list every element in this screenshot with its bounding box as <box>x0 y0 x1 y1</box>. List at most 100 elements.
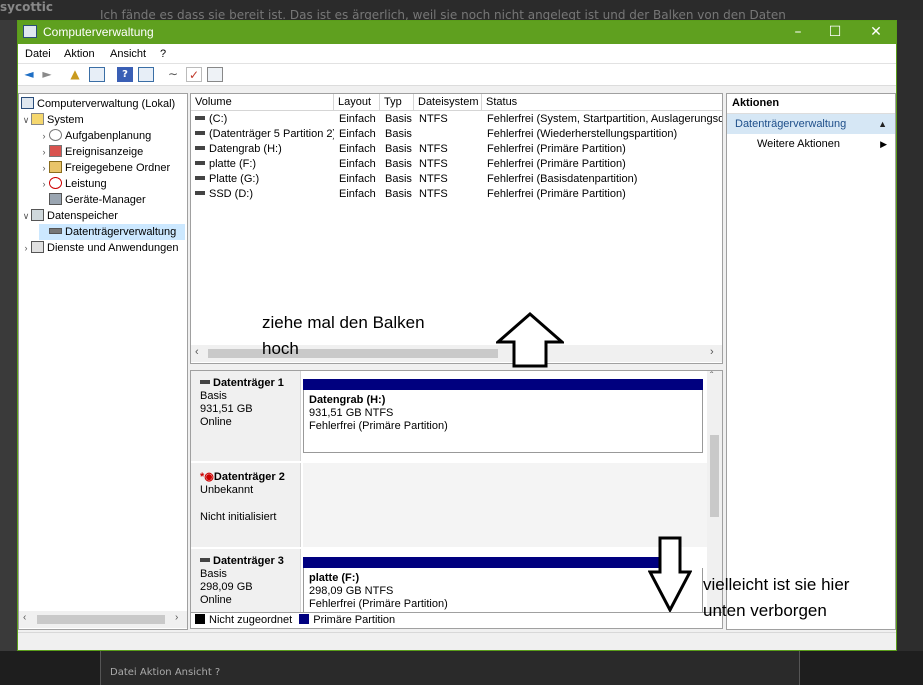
scroll-right-icon[interactable]: › <box>710 346 714 358</box>
disk-size: 931,51 GB <box>200 403 253 415</box>
expand-icon[interactable]: › <box>39 160 49 176</box>
tree-item-task-scheduler[interactable]: › Aufgabenplanung <box>39 128 151 144</box>
actions-pane: Aktionen Datenträgerverwaltung ▲ Weitere… <box>726 93 896 630</box>
actions-section-label: Datenträgerverwaltung <box>735 118 847 130</box>
column-header-status[interactable]: Status <box>482 94 722 111</box>
menu-aktion[interactable]: Aktion <box>64 48 95 60</box>
scrollbar-thumb[interactable] <box>710 435 719 517</box>
drive-icon <box>195 146 205 150</box>
console-icon[interactable] <box>207 67 223 82</box>
up-folder-icon[interactable]: ▲ <box>67 67 83 82</box>
tree-item-shared-folders[interactable]: › Freigegebene Ordner <box>39 160 170 176</box>
table-row[interactable]: (Datenträger 5 Partition 2) Einfach Basi… <box>191 127 722 142</box>
scroll-left-icon[interactable]: ‹ <box>23 612 26 623</box>
layout-cell: Einfach <box>339 158 376 170</box>
menu-bar: Datei Aktion Ansicht ? <box>18 44 896 64</box>
volume-cell: SSD (D:) <box>195 187 334 202</box>
minimize-button[interactable]: – <box>778 21 818 44</box>
show-tree-icon[interactable] <box>89 67 105 82</box>
menu-help[interactable]: ? <box>160 48 166 60</box>
annotation-hidden-below: vielleicht ist sie hier unten verborgen <box>703 575 850 620</box>
scroll-left-icon[interactable]: ‹ <box>195 346 199 358</box>
tree-horizontal-scrollbar[interactable]: ‹ › <box>19 611 187 628</box>
tree-item-system[interactable]: ∨ System <box>21 112 84 128</box>
forward-icon[interactable]: ► <box>39 67 55 82</box>
drive-icon <box>195 116 205 120</box>
properties-icon[interactable] <box>138 67 154 82</box>
tree-item-performance[interactable]: › Leistung <box>39 176 107 192</box>
background-title: sycottic <box>0 0 54 14</box>
background-right <box>897 20 923 651</box>
menu-ansicht[interactable]: Ansicht <box>110 48 146 60</box>
back-icon[interactable]: ◄ <box>21 67 37 82</box>
more-actions-item[interactable]: Weitere Aktionen ▶ <box>727 134 895 154</box>
tree-item-device-manager[interactable]: Geräte-Manager <box>39 192 146 208</box>
submenu-arrow-icon: ▶ <box>880 139 887 149</box>
disk-3-label[interactable]: Datenträger 3 Basis 298,09 GB Online <box>191 549 301 612</box>
partition-name: platte (F:) <box>309 572 360 584</box>
status-cell: Fehlerfrei (Basisdatenpartition) <box>487 173 638 185</box>
expand-icon[interactable]: › <box>39 176 49 192</box>
expand-icon[interactable]: › <box>39 128 49 144</box>
storage-icon <box>31 209 44 221</box>
disk-1-label[interactable]: Datenträger 1 Basis 931,51 GB Online <box>191 371 301 461</box>
navigation-tree: Computerverwaltung (Lokal) ∨ System › Aufg… <box>18 93 188 630</box>
expand-icon[interactable]: › <box>39 144 49 160</box>
partition-name: Datengrab (H:) <box>309 394 386 406</box>
legend-label: Nicht zugeordnet <box>209 614 293 626</box>
tree-item-disk-management[interactable]: Datenträgerverwaltung <box>39 224 185 240</box>
column-header-volume[interactable]: Volume <box>191 94 334 111</box>
type-cell: Basis <box>385 143 412 155</box>
column-header-layout[interactable]: Layout <box>334 94 380 111</box>
filesystem-cell: NTFS <box>419 173 448 185</box>
scroll-up-icon[interactable]: ˆ <box>710 371 713 382</box>
toolbar: ◄ ► ▲ ? ∼ ✓ <box>18 64 896 86</box>
type-cell: Basis <box>385 113 412 125</box>
connect-icon[interactable]: ∼ <box>165 67 181 82</box>
disk-2-area[interactable] <box>303 463 707 547</box>
disk-2-label[interactable]: *◉Datenträger 2 Unbekannt Nicht initiali… <box>191 463 301 547</box>
collapse-section-icon[interactable]: ▲ <box>878 114 887 134</box>
services-icon <box>31 241 44 253</box>
tree-item-label: Datenträgerverwaltung <box>65 226 177 238</box>
maximize-button[interactable]: ☐ <box>815 21 855 44</box>
title-bar[interactable]: Computerverwaltung – ☐ ✕ <box>18 21 896 44</box>
tree-item-storage[interactable]: ∨ Datenspeicher <box>21 208 118 224</box>
drive-icon <box>195 191 205 195</box>
table-row[interactable]: Datengrab (H:) Einfach Basis NTFS Fehler… <box>191 142 722 157</box>
collapse-icon[interactable]: ∨ <box>21 208 31 224</box>
volume-name: Datengrab (H:) <box>209 143 282 155</box>
disk-name: *◉Datenträger 2 <box>200 471 300 484</box>
tree-item-event-viewer[interactable]: › Ereignisanzeige <box>39 144 143 160</box>
shared-folder-icon <box>49 161 62 173</box>
expand-icon[interactable]: › <box>21 240 31 256</box>
tree-item-label: Geräte-Manager <box>65 194 146 206</box>
table-row[interactable]: platte (F:) Einfach Basis NTFS Fehlerfre… <box>191 157 722 172</box>
partition-datengrab[interactable]: Datengrab (H:) 931,51 GB NTFS Fehlerfrei… <box>303 379 703 453</box>
scroll-right-icon[interactable]: › <box>175 612 178 623</box>
tree-item-label: Leistung <box>65 178 107 190</box>
volume-name: Platte (G:) <box>209 173 260 185</box>
scrollbar-thumb[interactable] <box>37 615 165 624</box>
status-cell: Fehlerfrei (Primäre Partition) <box>487 158 626 170</box>
tree-item-services[interactable]: › Dienste und Anwendungen <box>21 240 179 256</box>
background-menu: Datei Aktion Ansicht ? <box>110 667 221 678</box>
menu-datei[interactable]: Datei <box>25 48 51 60</box>
tree-item-computer-management[interactable]: Computerverwaltung (Lokal) <box>21 96 175 112</box>
column-header-filesystem[interactable]: Dateisystem <box>414 94 482 111</box>
table-row[interactable]: Platte (G:) Einfach Basis NTFS Fehlerfre… <box>191 172 722 187</box>
close-button[interactable]: ✕ <box>856 21 896 44</box>
column-header-type[interactable]: Typ <box>380 94 414 111</box>
actions-section-disk-management[interactable]: Datenträgerverwaltung ▲ <box>727 114 895 134</box>
collapse-icon[interactable]: ∨ <box>21 112 31 128</box>
type-cell: Basis <box>385 188 412 200</box>
window-title: Computerverwaltung <box>43 25 154 39</box>
arrow-up-icon <box>496 312 564 368</box>
drive-icon <box>200 558 210 562</box>
table-row[interactable]: SSD (D:) Einfach Basis NTFS Fehlerfrei (… <box>191 187 722 202</box>
help-icon[interactable]: ? <box>117 67 133 82</box>
partition-platte[interactable]: platte (F:) 298,09 GB NTFS Fehlerfrei (P… <box>303 557 703 612</box>
table-row[interactable]: (C:) Einfach Basis NTFS Fehlerfrei (Syst… <box>191 112 722 127</box>
check-icon[interactable]: ✓ <box>186 67 202 82</box>
computer-management-icon <box>23 25 37 38</box>
